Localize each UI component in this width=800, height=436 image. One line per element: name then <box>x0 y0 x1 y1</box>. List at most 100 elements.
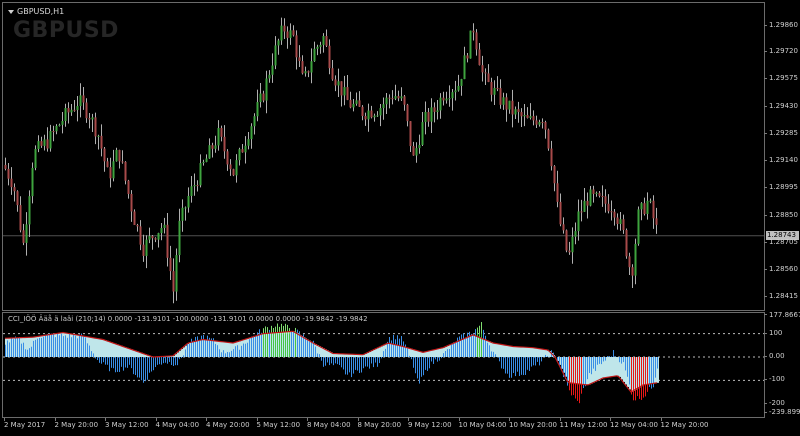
price-chart-pane[interactable]: GBPUSD GBPUSD,H1 <box>2 2 765 311</box>
candle <box>418 134 421 154</box>
cci-bar <box>109 357 110 372</box>
price-tick <box>764 269 767 271</box>
cci-bar <box>197 336 198 357</box>
signal-fill <box>539 348 541 357</box>
cci-bar <box>499 357 500 362</box>
cci-bar <box>301 335 302 357</box>
candle <box>577 199 580 241</box>
indicator-pane[interactable]: CCI_IÖÖ Ääå ä laâi (210;14) 0.0000 -131.… <box>2 312 765 418</box>
time-tick-label: 11 May 12:00 <box>559 421 608 429</box>
candle <box>550 140 553 171</box>
candle <box>298 45 301 67</box>
cci-bar <box>107 357 108 365</box>
cci-bar <box>639 357 640 399</box>
signal-fill <box>109 341 111 357</box>
candle <box>316 44 319 56</box>
cci-bar <box>535 357 536 366</box>
price-candles <box>3 17 764 304</box>
candle <box>628 252 631 275</box>
candle <box>652 195 655 229</box>
candle <box>505 93 508 122</box>
signal-fill <box>423 352 425 357</box>
signal-fill <box>537 348 539 357</box>
candle <box>382 97 385 120</box>
cci-bar <box>365 357 366 367</box>
cci-bar <box>449 349 450 357</box>
candle <box>532 110 535 126</box>
time-tick-label: 5 May 12:00 <box>256 421 301 429</box>
candle <box>154 237 157 243</box>
candle <box>595 191 598 197</box>
cci-bar <box>161 357 162 365</box>
cci-bar <box>541 357 542 362</box>
cci-bar <box>231 350 232 357</box>
cci-bar <box>451 343 452 357</box>
cci-bar <box>63 336 64 357</box>
price-tick <box>764 187 767 189</box>
candle <box>190 175 193 203</box>
cci-bar <box>325 357 326 366</box>
chevron-down-icon[interactable] <box>8 9 14 14</box>
price-tick-label: 1.29140 <box>769 156 798 165</box>
signal-fill <box>541 348 543 357</box>
cci-bar <box>129 357 130 365</box>
signal-fill <box>103 339 105 357</box>
cci-bar <box>361 357 362 373</box>
cci-bar <box>523 357 524 376</box>
cci-bar <box>243 343 244 357</box>
cci-bar <box>145 357 146 382</box>
cci-bar <box>87 343 88 357</box>
candle <box>586 192 589 219</box>
candle <box>502 92 505 110</box>
signal-fill <box>177 352 179 357</box>
candle <box>295 30 298 70</box>
symbol-label[interactable]: GBPUSD,H1 <box>8 7 64 16</box>
cci-bar <box>323 357 324 367</box>
cci-bar <box>121 357 122 367</box>
cci-bar <box>483 329 484 357</box>
signal-fill <box>535 347 537 357</box>
signal-fill <box>119 345 121 357</box>
candle <box>574 222 577 245</box>
cci-bar <box>495 354 496 357</box>
cci-bar <box>413 357 414 368</box>
cci-bar <box>155 357 156 368</box>
candle <box>439 93 442 119</box>
cci-bar <box>613 350 614 357</box>
cci-bar <box>391 340 392 357</box>
cci-bar <box>185 349 186 357</box>
candle <box>34 145 37 171</box>
time-tick-label: 10 May 20:00 <box>509 421 558 429</box>
candle <box>538 119 541 127</box>
cci-bar <box>157 357 158 365</box>
cci-bar <box>211 338 212 357</box>
cci-bar <box>137 357 138 378</box>
cci-bar <box>311 342 312 357</box>
chart-window[interactable]: GBPUSD GBPUSD,H1 1.28743 1.29860 1.29720 1… <box>0 0 800 436</box>
price-axis[interactable]: 1.28743 1.29860 1.29720 1.29575 1.29430 1.29… <box>764 2 800 311</box>
cci-bar <box>525 357 526 375</box>
candle <box>565 229 568 253</box>
signal-fill <box>129 348 131 357</box>
price-tick-label: 1.29720 <box>769 47 798 56</box>
cci-bar <box>545 354 546 357</box>
indicator-axis[interactable]: 177.8667 100 0.00 -100 -200-239.8990 <box>764 311 800 418</box>
candle <box>349 91 352 109</box>
cci-bar <box>99 357 100 363</box>
signal-fill <box>507 345 509 357</box>
cci-bar <box>331 357 332 364</box>
cci-bar <box>447 349 448 357</box>
cci-bar <box>637 357 638 397</box>
signal-fill <box>113 343 115 357</box>
price-tick <box>764 160 767 162</box>
cci-bar <box>57 333 58 357</box>
candle <box>94 112 97 145</box>
cci-bar <box>11 338 12 357</box>
price-tick-label: 1.29575 <box>769 74 798 83</box>
time-axis[interactable]: 2 May 2017 2 May 20:00 3 May 12:00 4 May 04… <box>0 418 800 436</box>
candle <box>277 38 280 55</box>
candle <box>442 91 445 106</box>
cci-bar <box>225 353 226 357</box>
signal-fill <box>519 346 521 357</box>
candle <box>196 180 199 192</box>
